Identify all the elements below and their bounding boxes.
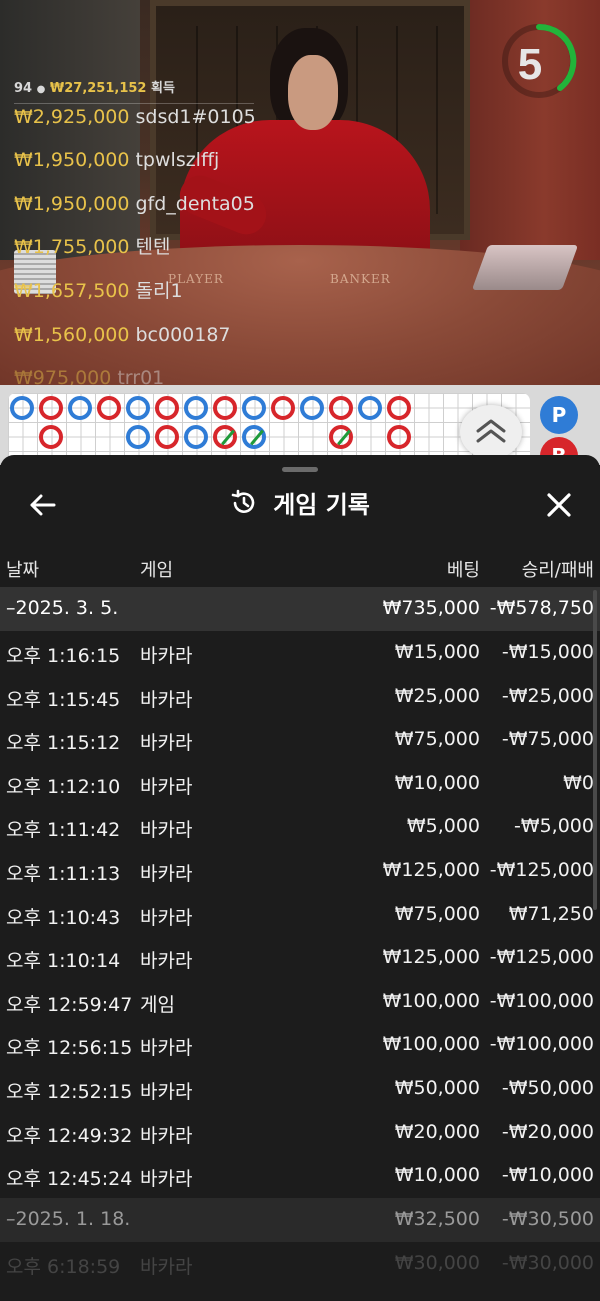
- winner-row: ₩2,925,000 sdsd1#0105: [14, 105, 256, 128]
- sheet-header: 게임 기록: [0, 485, 600, 525]
- expand-roadmap-button[interactable]: [460, 405, 522, 459]
- history-table: –2025. 3. 5. ₩735,000 -₩578,750 오후 1:16:…: [0, 587, 600, 1282]
- bead-player: [10, 396, 34, 420]
- bead-player: [126, 396, 150, 420]
- winners-list: 94 ● ₩27,251,152 획득 ₩2,925,000 sdsd1#0105…: [14, 78, 256, 385]
- winner-row: ₩975,000 trr01: [14, 367, 165, 385]
- bead-player: [300, 396, 324, 420]
- table-row[interactable]: 오후 12:52:15 바카라 ₩50,000 -₩50,000: [0, 1067, 600, 1111]
- table-row[interactable]: 오후 1:11:42 바카라 ₩5,000 -₩5,000: [0, 805, 600, 849]
- table-row[interactable]: 오후 1:16:15 바카라 ₩15,000 -₩15,000: [0, 631, 600, 675]
- close-button[interactable]: [544, 490, 574, 520]
- table-row[interactable]: 오후 12:45:24 바카라 ₩10,000 -₩10,000: [0, 1154, 600, 1198]
- game-history-sheet: 게임 기록 날짜 게임 베팅 승리/패배 –2025. 3. 5. ₩735,0…: [0, 455, 600, 1301]
- bead-banker: [155, 396, 179, 420]
- table-row[interactable]: 오후 1:11:13 바카라 ₩125,000 -₩125,000: [0, 849, 600, 893]
- bead-banker: [39, 425, 63, 449]
- bead-tie: [242, 425, 266, 449]
- winner-row: ₩1,950,000 tpwlszlffj: [14, 149, 220, 172]
- page-title: 게임 기록: [273, 491, 370, 519]
- person-icon: ●: [36, 84, 46, 95]
- table-row[interactable]: 오후 1:15:12 바카라 ₩75,000 -₩75,000: [0, 718, 600, 762]
- column-header-game: 게임: [140, 560, 174, 581]
- double-chevron-up-icon: [476, 419, 506, 443]
- bead-player: [126, 425, 150, 449]
- bead-banker: [387, 396, 411, 420]
- bead-tie: [213, 425, 237, 449]
- bead-banker: [155, 425, 179, 449]
- table-header: 날짜 게임 베팅 승리/패배: [0, 550, 600, 586]
- winner-row: ₩1,560,000 bc000187: [14, 323, 231, 346]
- bead-player: [242, 396, 266, 420]
- dealer-face: [288, 55, 338, 130]
- close-icon: [547, 493, 571, 517]
- bead-banker: [213, 396, 237, 420]
- side-bead-player: P: [540, 396, 578, 434]
- winner-row: ₩1,755,000 텐텐: [14, 236, 171, 259]
- column-header-date: 날짜: [6, 560, 40, 581]
- winners-total: 94 ● ₩27,251,152 획득: [14, 78, 254, 104]
- bead-banker: [387, 425, 411, 449]
- bead-banker: [271, 396, 295, 420]
- table-row[interactable]: 오후 1:12:10 바카라 ₩10,000 ₩0: [0, 762, 600, 806]
- bead-player: [68, 396, 92, 420]
- bead-tie: [329, 425, 353, 449]
- bead-banker: [329, 396, 353, 420]
- winner-row: ₩1,657,500 돌리1: [14, 279, 183, 302]
- bead-player: [184, 396, 208, 420]
- bead-player: [358, 396, 382, 420]
- date-group-row[interactable]: –2025. 3. 5. ₩735,000 -₩578,750: [0, 587, 600, 631]
- table-row[interactable]: 오후 1:10:43 바카라 ₩75,000 ₩71,250: [0, 893, 600, 937]
- live-video: PLAYER BANKER 5 94 ● ₩27,251,152 획득 ₩2,9…: [0, 0, 600, 385]
- date-group-row[interactable]: –2025. 1. 18. ₩32,500 -₩30,500: [0, 1197, 600, 1242]
- table-row[interactable]: 오후 1:10:14 바카라 ₩125,000 -₩125,000: [0, 936, 600, 980]
- table-row[interactable]: 오후 12:56:15 바카라 ₩100,000 -₩100,000: [0, 1023, 600, 1067]
- countdown-number: 5: [517, 40, 543, 89]
- scrollbar[interactable]: [593, 590, 597, 910]
- table-row[interactable]: 오후 12:59:47 게임 ₩100,000 -₩100,000: [0, 980, 600, 1024]
- table-row[interactable]: 오후 12:49:32 바카라 ₩20,000 -₩20,000: [0, 1111, 600, 1155]
- bead-banker: [97, 396, 121, 420]
- winners-count: 94: [14, 81, 33, 96]
- winners-total-amount: ₩27,251,152: [49, 81, 147, 96]
- table-row[interactable]: 오후 6:18:59 바카라 ₩30,000 -₩30,000: [0, 1242, 600, 1282]
- history-icon: [231, 489, 255, 513]
- table-label-banker: BANKER: [330, 272, 391, 286]
- bead-banker: [39, 396, 63, 420]
- bead-player: [184, 425, 208, 449]
- table-row[interactable]: 오후 1:15:45 바카라 ₩25,000 -₩25,000: [0, 675, 600, 719]
- card-shoe: [471, 245, 579, 290]
- column-header-bet: 베팅: [446, 560, 480, 581]
- winners-total-suffix: 획득: [151, 81, 175, 96]
- sheet-drag-handle[interactable]: [282, 467, 318, 472]
- column-header-win-loss: 승리/패배: [521, 560, 594, 581]
- winner-row: ₩1,950,000 gfd_denta05: [14, 192, 255, 215]
